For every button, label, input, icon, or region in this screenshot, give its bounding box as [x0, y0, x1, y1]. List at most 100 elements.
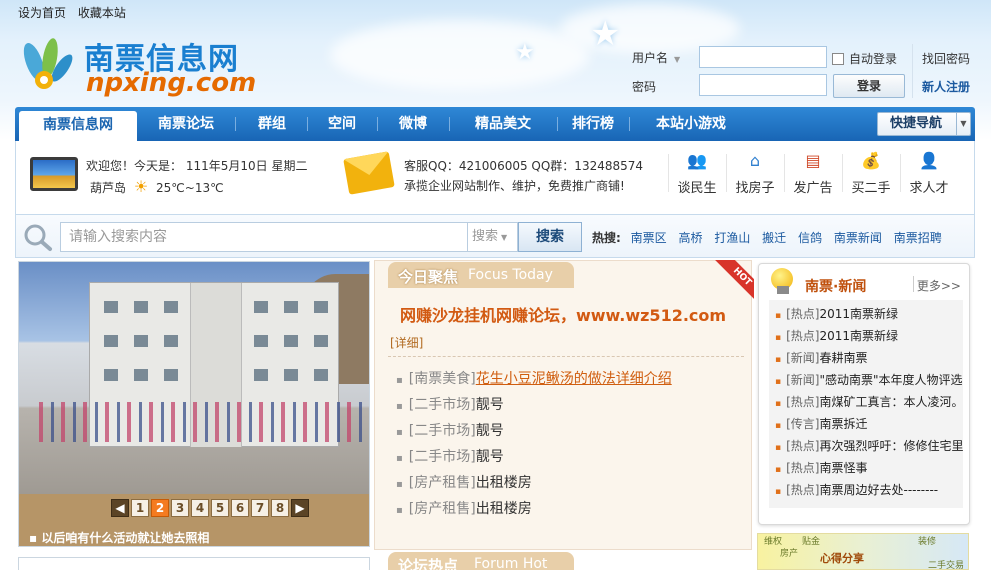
search-icon [24, 224, 52, 251]
star-decoration: ★ [590, 14, 621, 54]
bullet-icon: ▪ [29, 531, 38, 545]
news-list-item[interactable]: ▪ [热点]2011南票新绿 [775, 305, 898, 322]
hot-keyword-link[interactable]: 南票新闻 [834, 231, 882, 245]
focus-news-item[interactable]: ▪ [二手市场]靓号 [396, 394, 504, 414]
nav-item-games[interactable]: 本站小游戏 [631, 107, 751, 141]
focus-headline[interactable]: 网赚沙龙挂机网赚论坛，www.wz512.com [374, 302, 752, 326]
star-decoration: ★ [515, 40, 535, 65]
bullet-icon: ▪ [775, 355, 782, 365]
photo-slideshow: ◀ 1 2 3 4 5 6 7 8 ▶ ▪ 以后咱有什么活动就让她去照相 [18, 261, 370, 547]
nav-item-groups[interactable]: 群组 [239, 107, 305, 141]
focus-news-item[interactable]: ▪ [房产租售]出租楼房 [396, 472, 532, 492]
prev-arrow-icon[interactable]: ◀ [111, 499, 129, 517]
bullet-icon: ▪ [396, 505, 403, 516]
date-text: 111年5月10日 星期二 [185, 159, 308, 173]
nav-item-weibo[interactable]: 微博 [379, 107, 447, 141]
temperature-text: 25℃~13℃ [156, 181, 224, 195]
news-list-item[interactable]: ▪ [热点]再次强烈呼吁：修修住宅里 [775, 437, 964, 454]
tv-icon [30, 157, 78, 191]
bullet-icon: ▪ [775, 421, 782, 431]
focus-news-item[interactable]: ▪ [南票美食]花生小豆泥鳅汤的做法详细介绍 [396, 368, 672, 388]
page-button[interactable]: 3 [171, 499, 189, 517]
search-input[interactable]: 请输入搜索内容 [60, 222, 468, 252]
service-qq: 客服QQ：421006005 QQ群：132488574 [404, 159, 644, 173]
ad-icon: ▤ [805, 151, 821, 170]
news-list-item[interactable]: ▪ [传言]南票拆迁 [775, 415, 868, 432]
ad-banner[interactable]: 维权 贴金 装修 房产 心得分享 二手交易 [757, 533, 969, 570]
quick-nav-dropdown[interactable]: 快捷导航 ▼ [877, 112, 971, 136]
news-list-item[interactable]: ▪ [热点]2011南票新绿 [775, 327, 898, 344]
news-list-item[interactable]: ▪ [热点]南票周边好去处-------- [775, 481, 938, 498]
hot-keyword-link[interactable]: 南票区 [631, 231, 667, 245]
set-homepage-link[interactable]: 设为首页 [18, 6, 66, 20]
hot-badge: HOT [714, 260, 754, 300]
detail-link[interactable]: [详细] [390, 334, 423, 351]
focus-news-item[interactable]: ▪ [二手市场]靓号 [396, 420, 504, 440]
news-list-item[interactable]: ▪ [新闻]春耕南票 [775, 349, 868, 366]
person-icon: 👤 [919, 151, 939, 170]
dropdown-arrow-icon: ▼ [674, 55, 681, 64]
password-input[interactable] [699, 74, 827, 96]
forum-hot-tab: 论坛热点 Forum Hot [388, 552, 574, 570]
focus-news-item[interactable]: ▪ [房产租售]出租楼房 [396, 498, 532, 518]
city-text: 葫芦岛 [90, 181, 127, 195]
auto-login-checkbox[interactable]: 自动登录 [832, 50, 897, 67]
forum-hot-cn: 论坛热点 [398, 557, 459, 570]
quick-button-housing[interactable]: ⌂ 找房子 [728, 151, 782, 196]
quick-button-livelihood[interactable]: 👥 谈民生 [670, 151, 724, 196]
site-logo[interactable]: 南票信息网 npxing.com [16, 34, 266, 98]
search-button[interactable]: 搜索 [518, 222, 582, 252]
page-button[interactable]: 5 [211, 499, 229, 517]
quick-button-secondhand[interactable]: 💰 买二手 [844, 151, 898, 196]
left-lower-panel [18, 557, 370, 570]
business-text: 承揽企业网站制作、维护，免费推广商铺! [404, 179, 625, 193]
search-type-select[interactable]: 搜索 ▼ [468, 222, 518, 252]
page-button[interactable]: 1 [131, 499, 149, 517]
register-link[interactable]: 新人注册 [922, 78, 970, 95]
bullet-icon: ▪ [775, 487, 782, 497]
hot-keyword-link[interactable]: 打渔山 [714, 231, 750, 245]
bullet-icon: ▪ [775, 377, 782, 387]
nav-item-home[interactable]: 南票信息网 [19, 111, 137, 141]
nav-item-forum[interactable]: 南票论坛 [141, 107, 231, 141]
bullet-icon: ▪ [396, 453, 403, 464]
main-nav: 南票信息网 南票论坛 群组 空间 微博 精品美文 排行榜 本站小游戏 快捷导航 … [15, 107, 975, 141]
hot-keywords: 热搜: 南票区 高桥 打渔山 搬迁 信鸽 南票新闻 南票招聘 [592, 229, 950, 246]
weather: 葫芦岛 ☀ 25℃~13℃ [90, 177, 224, 196]
bullet-icon: ▪ [396, 401, 403, 412]
logo-emblem-icon [23, 38, 73, 89]
page-button[interactable]: 4 [191, 499, 209, 517]
find-password-link[interactable]: 找回密码 [922, 50, 970, 67]
more-link[interactable]: 更多>> [917, 277, 961, 294]
nav-item-space[interactable]: 空间 [309, 107, 375, 141]
hot-keyword-link[interactable]: 高桥 [678, 231, 702, 245]
focus-news-item[interactable]: ▪ [二手市场]靓号 [396, 446, 504, 466]
page-button[interactable]: 8 [271, 499, 289, 517]
bookmark-link[interactable]: 收藏本站 [78, 6, 126, 20]
news-list-item[interactable]: ▪ [热点]南票怪事 [775, 459, 868, 476]
next-arrow-icon[interactable]: ▶ [291, 499, 309, 517]
slideshow-pager: ◀ 1 2 3 4 5 6 7 8 ▶ [111, 499, 311, 517]
nav-item-articles[interactable]: 精品美文 [451, 107, 555, 141]
chevron-down-icon: ▼ [956, 113, 970, 135]
username-input[interactable] [699, 46, 827, 68]
bullet-icon: ▪ [775, 443, 782, 453]
hot-keyword-link[interactable]: 搬迁 [762, 231, 786, 245]
news-list-item[interactable]: ▪ [新闻]"感动南票"本年度人物评选 [775, 371, 963, 388]
sun-icon: ☀ [133, 177, 149, 196]
nav-item-ranking[interactable]: 排行榜 [559, 107, 627, 141]
login-button[interactable]: 登录 [833, 74, 905, 98]
hot-keyword-link[interactable]: 南票招聘 [894, 231, 942, 245]
news-list-item[interactable]: ▪ [热点]南煤矿工真言：本人凌河。 [775, 393, 964, 410]
slide-photo[interactable] [19, 262, 369, 494]
quick-button-ads[interactable]: ▤ 发广告 [786, 151, 840, 196]
page-button[interactable]: 7 [251, 499, 269, 517]
hot-keyword-link[interactable]: 信鸽 [798, 231, 822, 245]
bullet-icon: ▪ [775, 465, 782, 475]
page-button[interactable]: 6 [231, 499, 249, 517]
quick-button-talent[interactable]: 👤 求人才 [902, 151, 956, 196]
slide-caption[interactable]: ▪ 以后咱有什么活动就让她去照相 [29, 529, 209, 546]
page-button-active[interactable]: 2 [151, 499, 169, 517]
lightbulb-icon [767, 262, 801, 296]
focus-tab-cn: 今日聚焦 [398, 268, 459, 286]
